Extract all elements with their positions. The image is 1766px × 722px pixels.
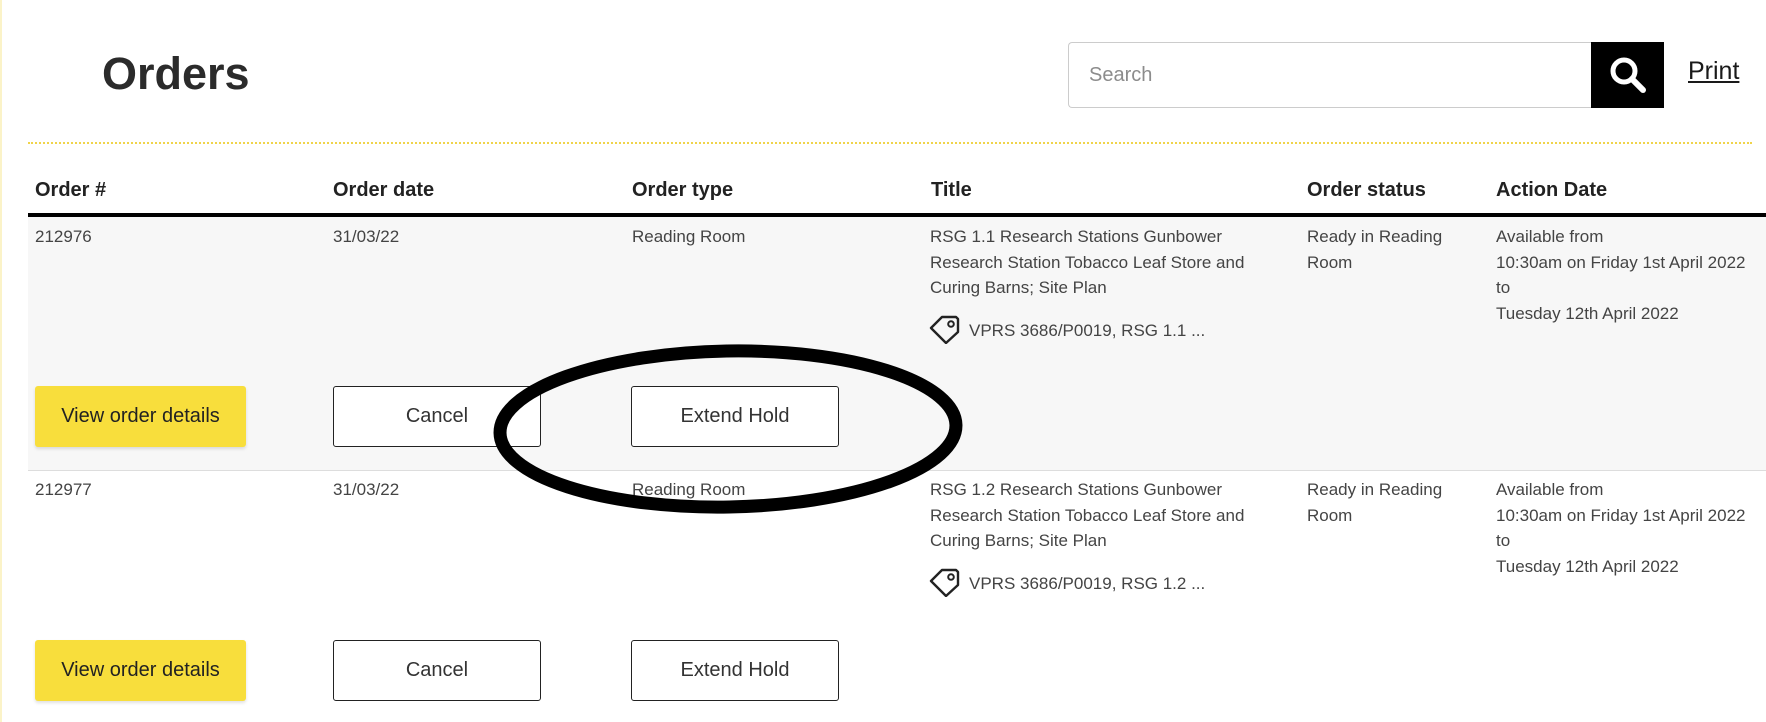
search-icon bbox=[1610, 57, 1646, 93]
order-type: Reading Room bbox=[632, 480, 746, 499]
order-date: 31/03/22 bbox=[333, 227, 400, 246]
order-type: Reading Room bbox=[632, 227, 746, 246]
cancel-button[interactable]: Cancel bbox=[333, 640, 541, 701]
row-divider bbox=[28, 470, 1766, 471]
column-header-order-type[interactable]: Order type bbox=[632, 177, 733, 203]
page-title: Orders bbox=[102, 48, 250, 99]
order-number: 212977 bbox=[35, 480, 92, 499]
action-date-line: Tuesday 12th April 2022 bbox=[1496, 303, 1679, 323]
view-order-details-button[interactable]: View order details bbox=[35, 640, 246, 701]
column-header-order-status[interactable]: Order status bbox=[1307, 177, 1426, 203]
action-date-line: to bbox=[1496, 278, 1511, 297]
header-divider bbox=[28, 142, 1752, 144]
order-status: Ready in Reading Room bbox=[1307, 480, 1443, 525]
search-button[interactable] bbox=[1591, 42, 1664, 108]
column-header-title[interactable]: Title bbox=[931, 177, 972, 203]
order-title: RSG 1.1 Research Stations Gunbower Resea… bbox=[930, 227, 1245, 297]
order-date: 31/03/22 bbox=[333, 480, 400, 499]
view-order-details-button[interactable]: View order details bbox=[35, 386, 246, 447]
action-date-line: 10:30am on Friday 1st April 2022 bbox=[1496, 252, 1746, 272]
tag-icon bbox=[929, 315, 960, 344]
action-date-line: Available from bbox=[1496, 227, 1604, 246]
action-date-line: Tuesday 12th April 2022 bbox=[1496, 556, 1679, 576]
extend-hold-button[interactable]: Extend Hold bbox=[631, 386, 839, 447]
column-header-order-number[interactable]: Order # bbox=[35, 177, 106, 203]
cancel-button[interactable]: Cancel bbox=[333, 386, 541, 447]
order-reference: VPRS 3686/P0019, RSG 1.1 ... bbox=[969, 321, 1206, 340]
left-edge-rule bbox=[0, 0, 2, 722]
tag-icon bbox=[929, 568, 960, 597]
action-date-line: 10:30am on Friday 1st April 2022 bbox=[1496, 505, 1746, 525]
order-number: 212976 bbox=[35, 227, 92, 246]
order-status: Ready in Reading Room bbox=[1307, 227, 1443, 272]
action-date-line: to bbox=[1496, 531, 1511, 550]
search-input[interactable] bbox=[1068, 42, 1591, 108]
column-header-action-date[interactable]: Action Date bbox=[1496, 177, 1607, 203]
action-date-line: Available from bbox=[1496, 480, 1604, 499]
order-reference: VPRS 3686/P0019, RSG 1.2 ... bbox=[969, 574, 1206, 593]
extend-hold-button[interactable]: Extend Hold bbox=[631, 640, 839, 701]
column-header-order-date[interactable]: Order date bbox=[333, 177, 434, 203]
print-link[interactable]: Print bbox=[1688, 56, 1739, 86]
order-title: RSG 1.2 Research Stations Gunbower Resea… bbox=[930, 480, 1245, 550]
